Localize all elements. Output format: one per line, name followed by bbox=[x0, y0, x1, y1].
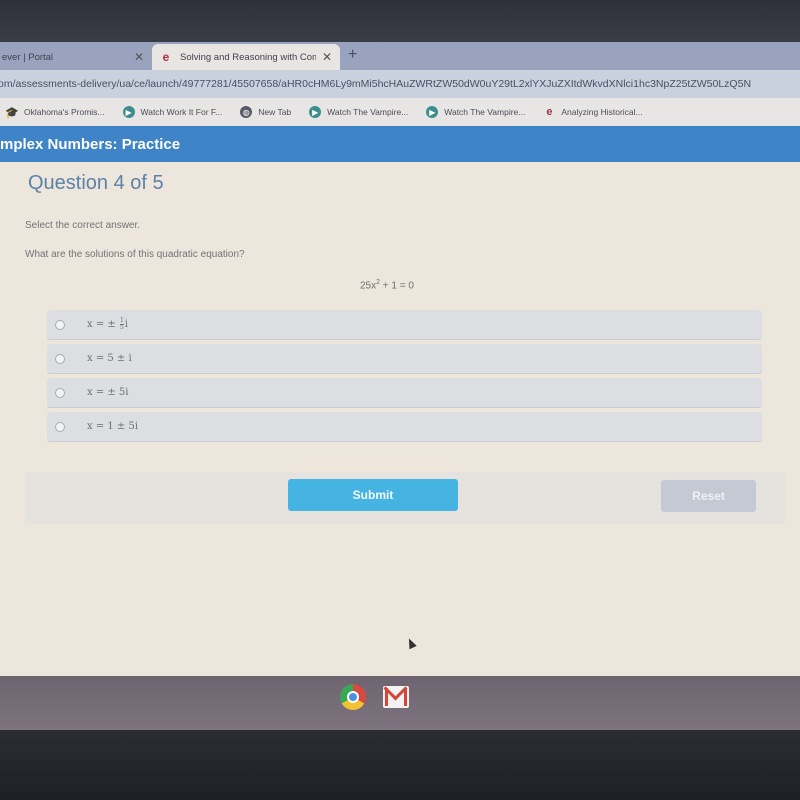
monitor-bezel-bottom bbox=[0, 730, 800, 800]
chrome-icon[interactable] bbox=[340, 684, 366, 710]
bookmark-label: Watch Work It For F... bbox=[140, 107, 223, 117]
url-text[interactable]: om/assessments-delivery/ua/ce/launch/497… bbox=[0, 78, 751, 90]
submit-button[interactable]: Submit bbox=[288, 479, 458, 511]
equation: 25x2 + 1 = 0 bbox=[360, 279, 414, 291]
mouse-cursor-icon bbox=[405, 636, 417, 650]
edge-icon: e bbox=[546, 106, 553, 118]
option-prefix: x = ± bbox=[87, 319, 116, 330]
reset-button[interactable]: Reset bbox=[661, 480, 756, 512]
monitor-bezel-top bbox=[0, 0, 800, 44]
bookmark-new-tab[interactable]: ◍ New Tab bbox=[240, 106, 291, 118]
bookmark-oklahomas-promise[interactable]: 🎓 Oklahoma's Promis... bbox=[5, 106, 105, 119]
bookmark-label: Analyzing Historical... bbox=[561, 107, 643, 117]
bookmark-watch-work-it[interactable]: ▶ Watch Work It For F... bbox=[122, 106, 223, 118]
globe-icon: ◍ bbox=[240, 106, 253, 118]
bookmark-watch-vampire-2[interactable]: ▶ Watch The Vampire... bbox=[426, 106, 525, 118]
bookmark-label: Oklahoma's Promis... bbox=[24, 107, 105, 117]
option-text: x = ± 5i bbox=[87, 387, 129, 398]
bookmark-analyzing-historical[interactable]: e Analyzing Historical... bbox=[543, 106, 642, 118]
answer-option-a[interactable]: x = ± 1 5 i bbox=[47, 310, 762, 340]
radio-button[interactable] bbox=[55, 319, 65, 330]
option-suffix: i bbox=[124, 319, 128, 330]
course-header: mplex Numbers: Practice bbox=[0, 126, 800, 162]
fraction: 1 5 bbox=[119, 318, 124, 331]
tab-label: Solving and Reasoning with Com bbox=[180, 51, 316, 63]
play-icon: ▶ bbox=[309, 106, 322, 118]
close-icon[interactable]: ✕ bbox=[322, 50, 332, 64]
tab-portal[interactable]: ever | Portal ✕ bbox=[0, 44, 152, 70]
fraction-denominator: 5 bbox=[119, 324, 124, 331]
bookmark-label: Watch The Vampire... bbox=[444, 107, 526, 117]
equation-rest: + 1 = 0 bbox=[380, 280, 414, 292]
course-title: mplex Numbers: Practice bbox=[0, 135, 181, 153]
bookmark-label: Watch The Vampire... bbox=[327, 107, 409, 117]
radio-button[interactable] bbox=[55, 353, 65, 364]
screen: ever | Portal ✕ e Solving and Reasoning … bbox=[0, 42, 800, 692]
option-text: x = 5 ± i bbox=[87, 353, 132, 364]
bookmark-watch-vampire-1[interactable]: ▶ Watch The Vampire... bbox=[309, 106, 408, 118]
tab-strip: ever | Portal ✕ e Solving and Reasoning … bbox=[0, 42, 800, 70]
question-prompt: What are the solutions of this quadratic… bbox=[25, 249, 245, 260]
option-text: x = ± 1 5 i bbox=[87, 318, 128, 331]
answer-options: x = ± 1 5 i x = 5 ± i x = ± 5i x = 1 ± 5… bbox=[47, 310, 762, 446]
answer-option-b[interactable]: x = 5 ± i bbox=[47, 344, 762, 374]
play-icon: ▶ bbox=[122, 106, 135, 118]
equation-lhs: 25x bbox=[360, 280, 377, 292]
answer-option-c[interactable]: x = ± 5i bbox=[47, 378, 762, 408]
bookmark-label: New Tab bbox=[258, 107, 292, 117]
edge-icon: e bbox=[162, 50, 170, 64]
option-text: x = 1 ± 5i bbox=[87, 421, 139, 432]
new-tab-button[interactable]: + bbox=[348, 46, 357, 64]
answer-option-d[interactable]: x = 1 ± 5i bbox=[47, 412, 762, 442]
gmail-icon[interactable] bbox=[383, 686, 409, 708]
tab-solving-reasoning[interactable]: e Solving and Reasoning with Com ✕ bbox=[152, 44, 340, 70]
address-bar[interactable]: om/assessments-delivery/ua/ce/launch/497… bbox=[0, 70, 800, 98]
play-icon: ▶ bbox=[426, 106, 439, 118]
question-title: Question 4 of 5 bbox=[28, 172, 164, 194]
radio-button[interactable] bbox=[55, 387, 65, 398]
tab-label: ever | Portal bbox=[2, 51, 54, 63]
bookmarks-bar: 🎓 Oklahoma's Promis... ▶ Watch Work It F… bbox=[0, 98, 800, 126]
instruction-text: Select the correct answer. bbox=[25, 220, 141, 231]
radio-button[interactable] bbox=[55, 421, 65, 432]
school-icon: 🎓 bbox=[5, 106, 19, 119]
close-icon[interactable]: ✕ bbox=[134, 50, 144, 64]
